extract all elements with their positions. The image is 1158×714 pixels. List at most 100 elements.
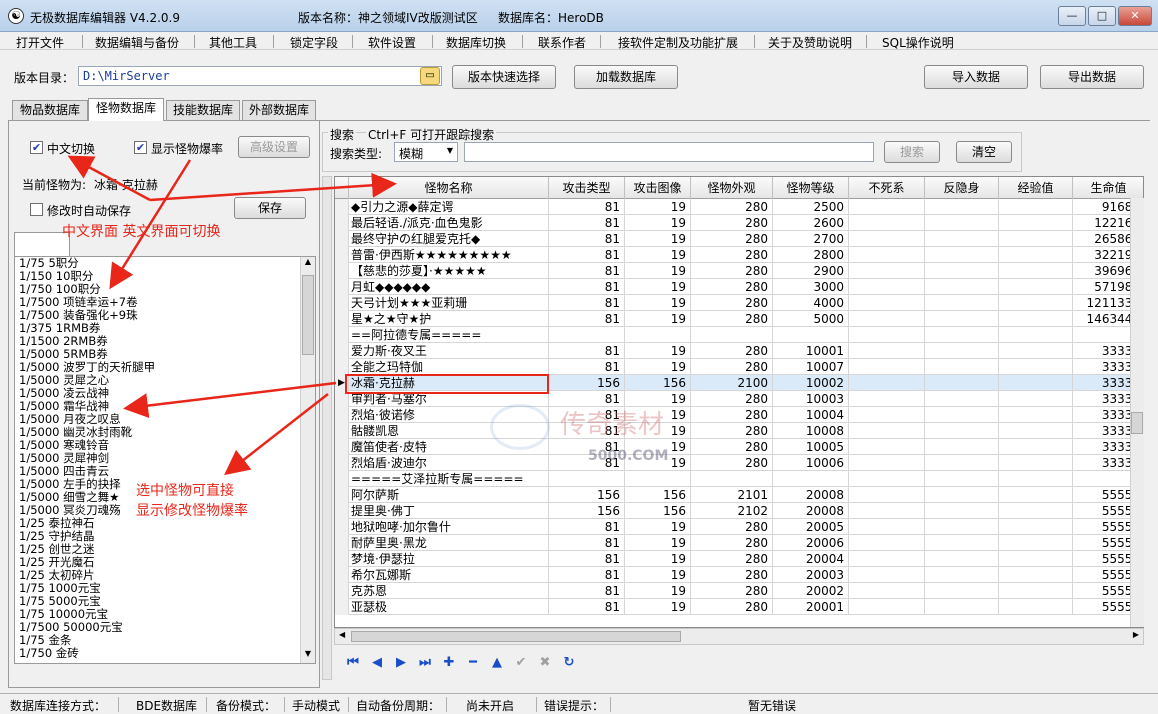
table-cell[interactable]: 2100 [691,375,773,391]
row-indicator[interactable] [335,295,349,311]
show-drop-checkbox[interactable]: ✔ [134,141,147,154]
chinese-switch-checkbox[interactable]: ✔ [30,141,43,154]
table-cell[interactable]: 【慈悲的莎夏】·★★★★★ [349,263,549,279]
post-icon[interactable]: ✔ [514,656,528,670]
tab-external-db[interactable]: 外部数据库 [242,100,316,120]
scroll-right-icon[interactable]: ▶ [1133,630,1139,639]
table-cell[interactable]: 2800 [773,247,849,263]
table-cell[interactable]: 19 [625,519,691,535]
row-indicator[interactable] [335,455,349,471]
table-cell[interactable] [999,407,1073,423]
table-cell[interactable] [925,535,999,551]
row-indicator[interactable] [335,583,349,599]
table-cell[interactable]: 希尔瓦娜斯 [349,567,549,583]
table-cell[interactable]: 2500 [773,199,849,215]
table-cell[interactable]: 81 [549,263,625,279]
table-cell[interactable]: 81 [549,279,625,295]
drop-list-scrollbar[interactable]: ▲ ▼ [300,257,315,663]
table-cell[interactable]: 最终守护の红腿爱克托◆ [349,231,549,247]
table-cell[interactable] [999,519,1073,535]
menu-sql-help[interactable]: SQL操作说明 [882,34,954,51]
table-cell[interactable]: 280 [691,599,773,615]
table-cell[interactable]: 280 [691,359,773,375]
table-cell[interactable] [925,487,999,503]
menu-data-edit[interactable]: 数据编辑与备份 [95,34,179,51]
table-cell[interactable]: 10008 [773,423,849,439]
table-cell[interactable] [925,279,999,295]
table-cell[interactable] [925,199,999,215]
scroll-up-icon[interactable]: ▲ [302,257,314,271]
table-cell[interactable]: 19 [625,551,691,567]
table-cell[interactable] [999,231,1073,247]
table-cell[interactable] [925,455,999,471]
table-cell[interactable]: 81 [549,551,625,567]
menu-db-switch[interactable]: 数据库切换 [446,34,506,51]
table-cell[interactable]: 280 [691,583,773,599]
table-cell[interactable] [925,503,999,519]
next-icon[interactable]: ▶ [394,656,408,670]
table-row[interactable]: 天弓计划★★★亚莉珊 81 19 280 4000 1211331 [335,295,1143,311]
autosave-checkbox[interactable] [30,203,43,216]
row-indicator[interactable] [335,423,349,439]
table-cell[interactable]: 81 [549,519,625,535]
table-cell[interactable]: 2101 [691,487,773,503]
table-cell[interactable] [925,247,999,263]
table-row[interactable]: 梦境·伊瑟拉 81 19 280 20004 55555 [335,551,1143,567]
table-row[interactable]: 全能之玛特伽 81 19 280 10007 33333 [335,359,1143,375]
table-cell[interactable]: 提里奥·佛丁 [349,503,549,519]
table-cell[interactable]: 19 [625,279,691,295]
table-cell[interactable]: 20002 [773,583,849,599]
column-header[interactable]: 攻击类型 [549,177,625,199]
table-cell[interactable] [849,343,925,359]
table-cell[interactable]: ==阿拉德专属===== [349,327,549,343]
search-button[interactable]: 搜索 [884,141,940,163]
table-cell[interactable]: 81 [549,343,625,359]
row-indicator[interactable] [335,471,349,487]
table-row[interactable]: 耐萨里奥·黑龙 81 19 280 20006 55555 [335,535,1143,551]
table-cell[interactable]: 2900 [773,263,849,279]
table-row[interactable]: 骷髅凯恩 81 19 280 10008 33333 [335,423,1143,439]
row-indicator[interactable] [335,247,349,263]
table-cell[interactable]: 19 [625,263,691,279]
table-cell[interactable] [999,279,1073,295]
table-cell[interactable] [773,327,849,343]
table-row[interactable]: 提里奥·佛丁 156 156 2102 20008 55555 [335,503,1143,519]
table-cell[interactable]: 3000 [773,279,849,295]
edit-icon[interactable]: ▲ [490,656,504,670]
row-indicator[interactable] [335,263,349,279]
table-cell[interactable]: 156 [549,375,625,391]
table-cell[interactable]: 19 [625,583,691,599]
table-cell[interactable]: 20001 [773,599,849,615]
table-cell[interactable] [849,199,925,215]
table-row[interactable]: 最终守护の红腿爱克托◆ 81 19 280 2700 265863 [335,231,1143,247]
column-header[interactable]: 怪物等级 [773,177,849,199]
row-indicator[interactable] [335,215,349,231]
drop-list[interactable]: 1/75 5职分 1/150 10职分 1/750 100职分 1/7500 项链幸运… [14,256,316,664]
table-cell[interactable]: 156 [625,487,691,503]
table-cell[interactable] [925,423,999,439]
row-indicator[interactable] [335,519,349,535]
table-row[interactable]: =====艾泽拉斯专属===== [335,471,1143,487]
table-cell[interactable] [999,247,1073,263]
table-row[interactable]: 希尔瓦娜斯 81 19 280 20003 55555 [335,567,1143,583]
table-cell[interactable] [925,311,999,327]
table-cell[interactable]: 亚瑟极 [349,599,549,615]
table-cell[interactable]: 81 [549,295,625,311]
grid-vscrollbar[interactable] [1130,198,1144,627]
table-cell[interactable]: 81 [549,359,625,375]
table-cell[interactable] [999,375,1073,391]
table-cell[interactable] [849,295,925,311]
row-indicator[interactable] [335,599,349,615]
table-cell[interactable] [925,567,999,583]
table-cell[interactable] [849,455,925,471]
table-cell[interactable]: ◆引力之源◆薛定谔 [349,199,549,215]
table-cell[interactable] [849,535,925,551]
table-cell[interactable] [849,247,925,263]
row-indicator[interactable] [335,199,349,215]
table-cell[interactable]: 81 [549,311,625,327]
table-cell[interactable] [925,471,999,487]
table-cell[interactable]: 普雷·伊西斯★★★★★★★★★ [349,247,549,263]
table-cell[interactable]: 2102 [691,503,773,519]
row-indicator[interactable] [335,487,349,503]
table-cell[interactable]: 156 [549,503,625,519]
